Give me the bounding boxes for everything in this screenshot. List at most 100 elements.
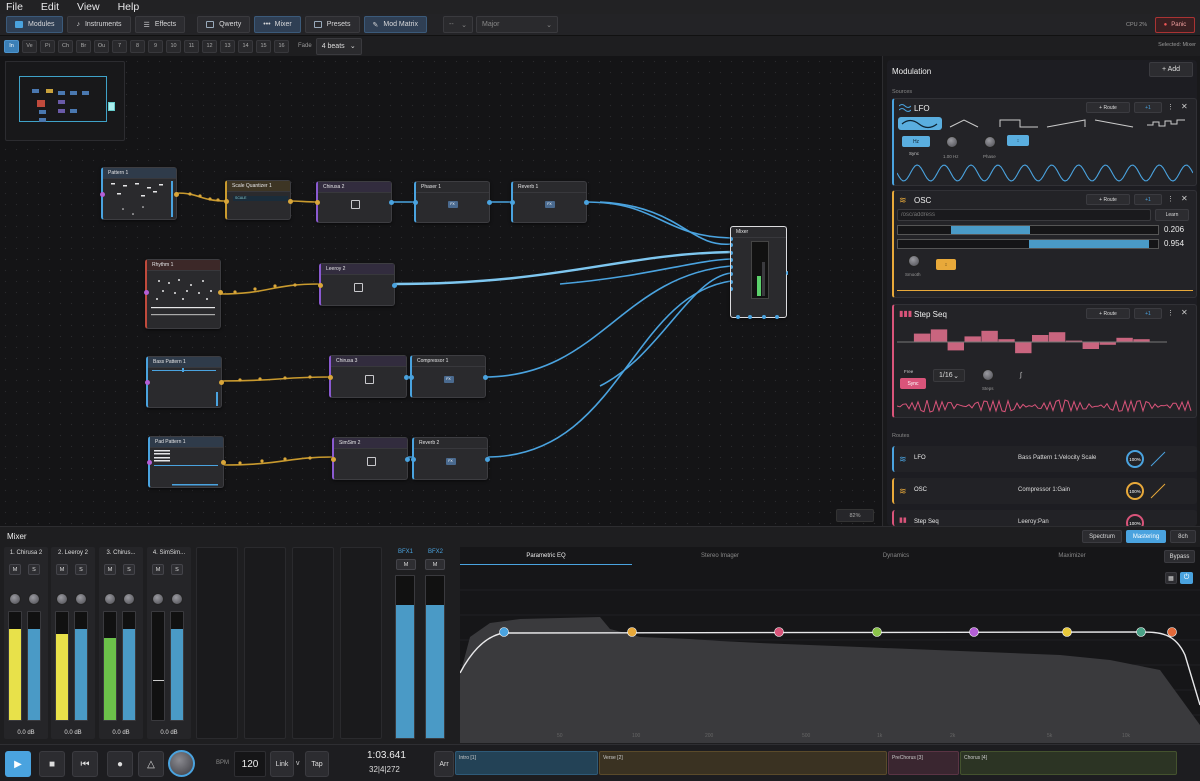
presets-button[interactable]: Presets [304, 16, 360, 33]
close-icon[interactable]: ✕ [1181, 194, 1188, 203]
more-icon[interactable]: ⋮ [1167, 195, 1174, 203]
step-bar[interactable] [1032, 335, 1049, 342]
more-icon[interactable]: ⋮ [1167, 309, 1174, 317]
stop-button[interactable]: ■ [39, 751, 65, 777]
add-source-button[interactable]: + Add [1149, 62, 1193, 77]
arrangement-button[interactable]: Arr [434, 751, 454, 777]
pan-knob[interactable] [104, 593, 116, 605]
steps-knob[interactable] [982, 369, 994, 381]
osc-value-bar-1[interactable] [897, 225, 1159, 235]
channel-button[interactable]: 15 [256, 39, 271, 53]
channel-button[interactable]: In [4, 39, 19, 53]
close-icon[interactable]: ✕ [1181, 308, 1188, 317]
rewind-button[interactable]: ⏮ [72, 751, 98, 777]
effect-node[interactable]: Compressor 1 FX [409, 355, 488, 398]
plus-one-button[interactable]: +1 [1134, 194, 1162, 205]
route-amount-knob[interactable]: 100% [1126, 514, 1144, 526]
input-port[interactable] [411, 457, 416, 462]
arrangement-section[interactable]: PreChorus [3] [888, 751, 959, 775]
step-bar[interactable] [1116, 337, 1133, 342]
close-icon[interactable]: ✕ [1181, 102, 1188, 111]
route-row[interactable]: ≋ OSC Compressor 1:Gain 100% [892, 478, 1197, 504]
volume-fader[interactable] [122, 611, 136, 721]
instrument-node[interactable]: Leeroy 2 [318, 263, 397, 306]
input-port[interactable] [318, 283, 323, 288]
effect-node[interactable]: Reverb 2 FX [411, 437, 490, 480]
bipolar-toggle[interactable]: ↕ [1007, 135, 1029, 146]
route-amount-knob[interactable]: 100% [1126, 450, 1144, 468]
master-volume-knob[interactable] [168, 750, 195, 777]
route-button[interactable]: + Route [1086, 308, 1130, 319]
mastering-tab[interactable]: Mastering [1126, 530, 1166, 543]
panic-button[interactable]: ● Panic [1155, 17, 1195, 33]
curve-icon[interactable]: ∫ [1020, 372, 1022, 379]
bypass-button[interactable]: Bypass [1164, 550, 1195, 563]
eq-band-handle[interactable] [872, 627, 882, 637]
route-button[interactable]: + Route [1086, 194, 1130, 205]
bipolar-toggle[interactable]: ↕ [936, 259, 956, 270]
channel-button[interactable]: 9 [148, 39, 163, 53]
eq-band-handle[interactable] [1136, 627, 1146, 637]
send-knob[interactable] [75, 593, 87, 605]
channel-button[interactable]: 8 [130, 39, 145, 53]
curve-icon[interactable] [1150, 483, 1166, 499]
eq-band-handle[interactable] [627, 627, 637, 637]
input-port[interactable] [145, 380, 150, 385]
maximizer-tab[interactable]: Maximizer [984, 547, 1160, 565]
channel-button[interactable]: Ve [22, 39, 37, 53]
play-icon[interactable] [366, 456, 376, 466]
instrument-node[interactable]: Chirusa 2 [315, 181, 394, 223]
link-button[interactable]: Link [270, 751, 294, 777]
channel-button[interactable]: Pi [40, 39, 55, 53]
eq-band-handle[interactable] [499, 627, 509, 637]
dynamics-tab[interactable]: Dynamics [808, 547, 984, 565]
pan-knob[interactable] [9, 593, 21, 605]
eq-band-handle[interactable] [1167, 627, 1177, 637]
link-dropdown[interactable]: v [296, 760, 300, 767]
key-select[interactable]: -- ⌄ [443, 16, 473, 33]
mod-matrix-button[interactable]: ✎ Mod Matrix [363, 16, 427, 33]
arrangement-section[interactable]: Chorus [4] [960, 751, 1177, 775]
pattern-node[interactable]: Bass Pattern 1 [145, 356, 224, 408]
plus-one-button[interactable]: +1 [1134, 308, 1162, 319]
division-select[interactable]: 1/16 ⌄ [933, 369, 965, 382]
output-port[interactable] [487, 200, 492, 205]
channel-button[interactable]: 7 [112, 39, 127, 53]
step-bar[interactable] [964, 336, 981, 342]
route-row[interactable]: ≋ LFO Bass Pattern 1:Velocity Scale 100% [892, 446, 1197, 472]
input-port[interactable] [510, 200, 515, 205]
route-amount-knob[interactable]: 100% [1126, 482, 1144, 500]
modules-button[interactable]: Modules [6, 16, 64, 33]
spectrum-tab[interactable]: Spectrum [1082, 530, 1122, 543]
send-knob[interactable] [171, 593, 183, 605]
mute-button[interactable]: M [152, 564, 164, 575]
arrangement-section[interactable]: Intro [1] [455, 751, 598, 775]
play-icon[interactable] [364, 374, 374, 384]
solo-button[interactable]: S [28, 564, 40, 575]
pan-knob[interactable] [56, 593, 68, 605]
output-port[interactable] [288, 199, 293, 204]
send-knob[interactable] [28, 593, 40, 605]
input-port[interactable] [224, 199, 229, 204]
step-bar[interactable] [981, 330, 998, 342]
rate-knob[interactable] [946, 136, 958, 148]
output-port[interactable] [389, 200, 394, 205]
output-port[interactable] [392, 283, 397, 288]
stereo-imager-tab[interactable]: Stereo Imager [632, 547, 808, 565]
input-port[interactable] [413, 200, 418, 205]
mixer-node[interactable]: Mixer [730, 226, 788, 319]
instrument-node[interactable]: SimSim 2 [331, 437, 410, 480]
step-bar[interactable] [947, 342, 964, 351]
step-bar[interactable] [1048, 332, 1066, 342]
menu-help[interactable]: Help [118, 1, 140, 13]
channel-button[interactable]: 12 [202, 39, 217, 53]
channel-button[interactable]: 13 [220, 39, 235, 53]
step-bar[interactable] [930, 329, 948, 342]
mute-button[interactable]: M [9, 564, 21, 575]
output-port[interactable] [584, 200, 589, 205]
step-bar[interactable] [1015, 342, 1032, 354]
rhythm-node[interactable]: Rhythm 1 [144, 259, 223, 329]
play-button[interactable]: ▶ [5, 751, 31, 777]
output-port[interactable] [485, 457, 490, 462]
volume-fader[interactable] [27, 611, 41, 721]
